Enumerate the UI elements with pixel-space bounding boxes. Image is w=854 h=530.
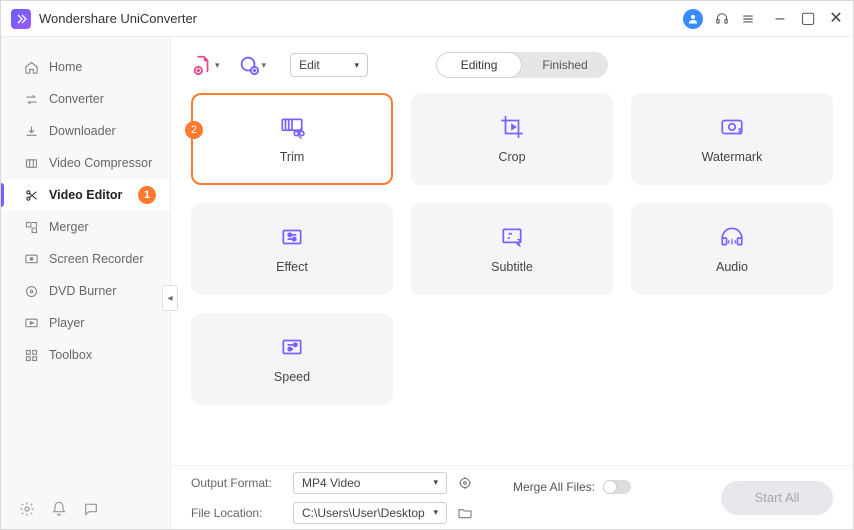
subtitle-icon xyxy=(499,224,525,250)
trim-icon xyxy=(279,114,305,140)
speed-icon xyxy=(279,334,305,360)
window-maximize-button[interactable]: ▢ xyxy=(801,12,815,26)
recorder-icon xyxy=(23,251,39,267)
sidebar-item-home[interactable]: Home xyxy=(1,51,170,83)
disc-icon xyxy=(23,283,39,299)
sidebar-item-merger[interactable]: Merger xyxy=(1,211,170,243)
folder-open-icon[interactable] xyxy=(457,505,473,521)
download-icon xyxy=(23,123,39,139)
audio-icon xyxy=(719,224,745,250)
tile-crop[interactable]: Crop xyxy=(411,93,613,185)
bell-icon[interactable] xyxy=(51,501,67,517)
file-location-label: File Location: xyxy=(191,506,283,520)
tab-finished[interactable]: Finished xyxy=(522,52,608,78)
sidebar-item-dvd-burner[interactable]: DVD Burner xyxy=(1,275,170,307)
toolbar: ▾ ▾ Edit ▾ Editing Finished xyxy=(171,37,853,93)
sidebar-item-label: Player xyxy=(49,316,84,330)
output-format-label: Output Format: xyxy=(191,476,283,490)
format-settings-icon[interactable] xyxy=(457,475,473,491)
tile-label: Trim xyxy=(280,150,305,164)
window-close-button[interactable]: ✕ xyxy=(829,12,843,26)
sidebar-item-player[interactable]: Player xyxy=(1,307,170,339)
tile-label: Speed xyxy=(274,370,310,384)
titlebar-right: – ▢ ✕ xyxy=(683,9,843,29)
sidebar: Home Converter Downloader Video Compress… xyxy=(1,37,171,529)
output-format-value: MP4 Video xyxy=(302,476,360,490)
headset-icon[interactable] xyxy=(715,12,729,26)
play-icon xyxy=(23,315,39,331)
scissors-icon xyxy=(23,187,39,203)
merge-all-files-toggle[interactable] xyxy=(603,480,631,494)
sidebar-item-video-editor[interactable]: Video Editor 1 xyxy=(1,179,170,211)
window-minimize-button[interactable]: – xyxy=(773,12,787,26)
file-location-value: C:\Users\User\Desktop xyxy=(302,506,425,520)
add-file-button[interactable]: ▾ xyxy=(191,54,220,76)
annotation-badge-1: 1 xyxy=(138,186,156,204)
sidebar-item-label: Downloader xyxy=(49,124,116,138)
sidebar-item-toolbox[interactable]: Toolbox xyxy=(1,339,170,371)
sidebar-item-label: Toolbox xyxy=(49,348,92,362)
sidebar-item-label: Merger xyxy=(49,220,89,234)
add-url-button[interactable]: ▾ xyxy=(238,54,267,76)
start-all-button[interactable]: Start All xyxy=(721,481,833,515)
titlebar: Wondershare UniConverter – ▢ ✕ xyxy=(1,1,853,37)
converter-icon xyxy=(23,91,39,107)
sidebar-item-label: Home xyxy=(49,60,82,74)
chevron-down-icon: ▾ xyxy=(215,60,220,71)
tile-subtitle[interactable]: Subtitle xyxy=(411,203,613,295)
sidebar-item-label: Screen Recorder xyxy=(49,252,144,266)
home-icon xyxy=(23,59,39,75)
sidebar-item-label: Converter xyxy=(49,92,104,106)
tile-label: Crop xyxy=(498,150,525,164)
chevron-down-icon: ▾ xyxy=(262,60,267,71)
app-title: Wondershare UniConverter xyxy=(39,11,197,26)
sidebar-item-label: DVD Burner xyxy=(49,284,116,298)
chevron-down-icon: ▾ xyxy=(433,507,438,518)
user-avatar-icon[interactable] xyxy=(683,9,703,29)
add-url-icon xyxy=(238,54,260,76)
add-file-icon xyxy=(191,54,213,76)
tile-trim[interactable]: 2 Trim xyxy=(191,93,393,185)
edit-dropdown[interactable]: Edit ▾ xyxy=(290,53,368,77)
compress-icon xyxy=(23,155,39,171)
tile-effect[interactable]: Effect xyxy=(191,203,393,295)
tab-editing[interactable]: Editing xyxy=(436,52,522,78)
sidebar-item-screen-recorder[interactable]: Screen Recorder xyxy=(1,243,170,275)
chevron-down-icon: ▾ xyxy=(433,477,438,488)
sidebar-item-video-compressor[interactable]: Video Compressor xyxy=(1,147,170,179)
app-logo xyxy=(11,9,31,29)
file-location-select[interactable]: C:\Users\User\Desktop ▾ xyxy=(293,502,447,524)
annotation-badge-2: 2 xyxy=(185,121,203,139)
grid-icon xyxy=(23,347,39,363)
effect-icon xyxy=(279,224,305,250)
merger-icon xyxy=(23,219,39,235)
edit-dropdown-label: Edit xyxy=(299,58,320,72)
output-format-select[interactable]: MP4 Video ▾ xyxy=(293,472,447,494)
crop-icon xyxy=(499,114,525,140)
sidebar-item-label: Video Editor xyxy=(49,188,122,202)
tile-audio[interactable]: Audio xyxy=(631,203,833,295)
bottom-bar: Output Format: MP4 Video ▾ File Location… xyxy=(171,465,853,529)
feedback-icon[interactable] xyxy=(83,501,99,517)
sidebar-item-converter[interactable]: Converter xyxy=(1,83,170,115)
tile-label: Audio xyxy=(716,260,748,274)
tile-label: Effect xyxy=(276,260,308,274)
watermark-icon xyxy=(719,114,745,140)
settings-icon[interactable] xyxy=(19,501,35,517)
segmented-control: Editing Finished xyxy=(436,52,608,78)
chevron-down-icon: ▾ xyxy=(355,60,360,71)
tile-label: Watermark xyxy=(702,150,763,164)
tile-label: Subtitle xyxy=(491,260,533,274)
merge-all-files-label: Merge All Files: xyxy=(513,480,595,494)
hamburger-icon[interactable] xyxy=(741,12,755,26)
sidebar-item-downloader[interactable]: Downloader xyxy=(1,115,170,147)
tile-watermark[interactable]: Watermark xyxy=(631,93,833,185)
sidebar-item-label: Video Compressor xyxy=(49,156,152,170)
sidebar-collapse-button[interactable]: ◂ xyxy=(162,285,178,311)
tile-speed[interactable]: Speed xyxy=(191,313,393,405)
